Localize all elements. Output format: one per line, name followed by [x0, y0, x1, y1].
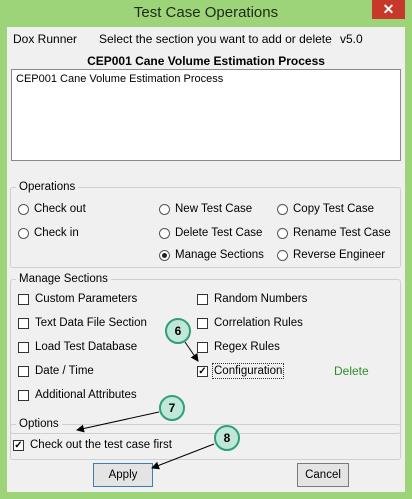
callout-8: 8 [214, 425, 240, 451]
checkbox-label: Date / Time [35, 365, 94, 377]
test-case-textbox[interactable]: CEP001 Cane Volume Estimation Process [11, 69, 401, 161]
checkbox-correlation-rules[interactable]: Correlation Rules [197, 317, 303, 329]
radio-manage-sections[interactable]: Manage Sections [159, 249, 264, 261]
radio-label: Reverse Engineer [293, 249, 386, 261]
checkbox-icon [18, 293, 29, 305]
radio-circle-icon [277, 227, 288, 239]
checkbox-icon [18, 317, 29, 329]
radio-circle-icon [159, 203, 170, 215]
manage-sections-legend: Manage Sections [19, 273, 108, 285]
checkbox-additional-attributes[interactable]: Additional Attributes [18, 389, 137, 401]
callout-6: 6 [165, 318, 191, 344]
title-bar[interactable]: Test Case Operations ✕ [0, 0, 412, 27]
radio-circle-icon [18, 227, 29, 239]
radio-check-in[interactable]: Check in [18, 227, 79, 239]
radio-label: Rename Test Case [293, 227, 391, 239]
checkbox-regex-rules[interactable]: Regex Rules [197, 341, 280, 353]
checkbox-icon [197, 317, 208, 329]
checkbox-icon [197, 293, 208, 305]
cancel-button[interactable]: Cancel [297, 463, 349, 487]
operations-legend: Operations [19, 181, 76, 193]
radio-copy-test-case[interactable]: Copy Test Case [277, 203, 374, 215]
radio-label: Check in [34, 227, 79, 239]
radio-circle-icon [159, 227, 170, 239]
radio-new-test-case[interactable]: New Test Case [159, 203, 252, 215]
checkbox-configuration[interactable]: ✓ Configuration [197, 363, 285, 379]
radio-circle-icon [18, 203, 29, 215]
dialog-window: Test Case Operations ✕ Dox Runner Select… [0, 0, 412, 499]
checkmark-icon: ✓ [197, 365, 208, 377]
checkbox-label: Text Data File Section [35, 317, 147, 329]
checkbox-label: Custom Parameters [35, 293, 138, 305]
checkbox-icon [18, 341, 29, 353]
checkbox-label: Additional Attributes [35, 389, 137, 401]
close-icon[interactable]: ✕ [372, 0, 405, 19]
checkbox-label: Regex Rules [214, 341, 280, 353]
radio-label: Check out [34, 203, 86, 215]
checkbox-random-numbers[interactable]: Random Numbers [197, 293, 307, 305]
app-name: Dox Runner [13, 32, 78, 46]
dialog-body: Dox Runner Select the section you want t… [7, 27, 405, 492]
version-label: v5.0 [340, 32, 363, 46]
checkbox-icon [197, 341, 208, 353]
checkmark-icon: ✓ [13, 439, 24, 451]
instruction-text: Select the section you want to add or de… [99, 32, 332, 46]
radio-circle-icon [277, 203, 288, 215]
callout-7: 7 [159, 395, 185, 421]
apply-button[interactable]: Apply [93, 463, 153, 487]
radio-rename-test-case[interactable]: Rename Test Case [277, 227, 391, 239]
delete-action-label[interactable]: Delete [334, 364, 369, 378]
radio-label: New Test Case [175, 203, 253, 215]
radio-delete-test-case[interactable]: Delete Test Case [159, 227, 262, 239]
radio-label: Delete Test Case [175, 227, 263, 239]
checkbox-label: Random Numbers [214, 293, 308, 305]
checkbox-label: Configuration [211, 363, 285, 379]
checkbox-label: Correlation Rules [214, 317, 303, 329]
checkbox-label: Check out the test case first [30, 439, 172, 451]
process-title: CEP001 Cane Volume Estimation Process [87, 54, 325, 68]
radio-label: Copy Test Case [293, 203, 374, 215]
checkbox-check-out-first[interactable]: ✓ Check out the test case first [13, 439, 172, 451]
radio-reverse-engineer[interactable]: Reverse Engineer [277, 249, 385, 261]
checkbox-text-data-file-section[interactable]: Text Data File Section [18, 317, 147, 329]
radio-label: Manage Sections [175, 249, 264, 261]
checkbox-icon [18, 365, 29, 377]
checkbox-label: Load Test Database [35, 341, 138, 353]
radio-selected-icon [159, 249, 170, 261]
options-legend: Options [19, 418, 59, 430]
radio-check-out[interactable]: Check out [18, 203, 86, 215]
window-title: Test Case Operations [133, 4, 279, 21]
radio-circle-icon [277, 249, 288, 261]
checkbox-custom-parameters[interactable]: Custom Parameters [18, 293, 137, 305]
checkbox-load-test-database[interactable]: Load Test Database [18, 341, 137, 353]
checkbox-date-time[interactable]: Date / Time [18, 365, 94, 377]
checkbox-icon [18, 389, 29, 401]
